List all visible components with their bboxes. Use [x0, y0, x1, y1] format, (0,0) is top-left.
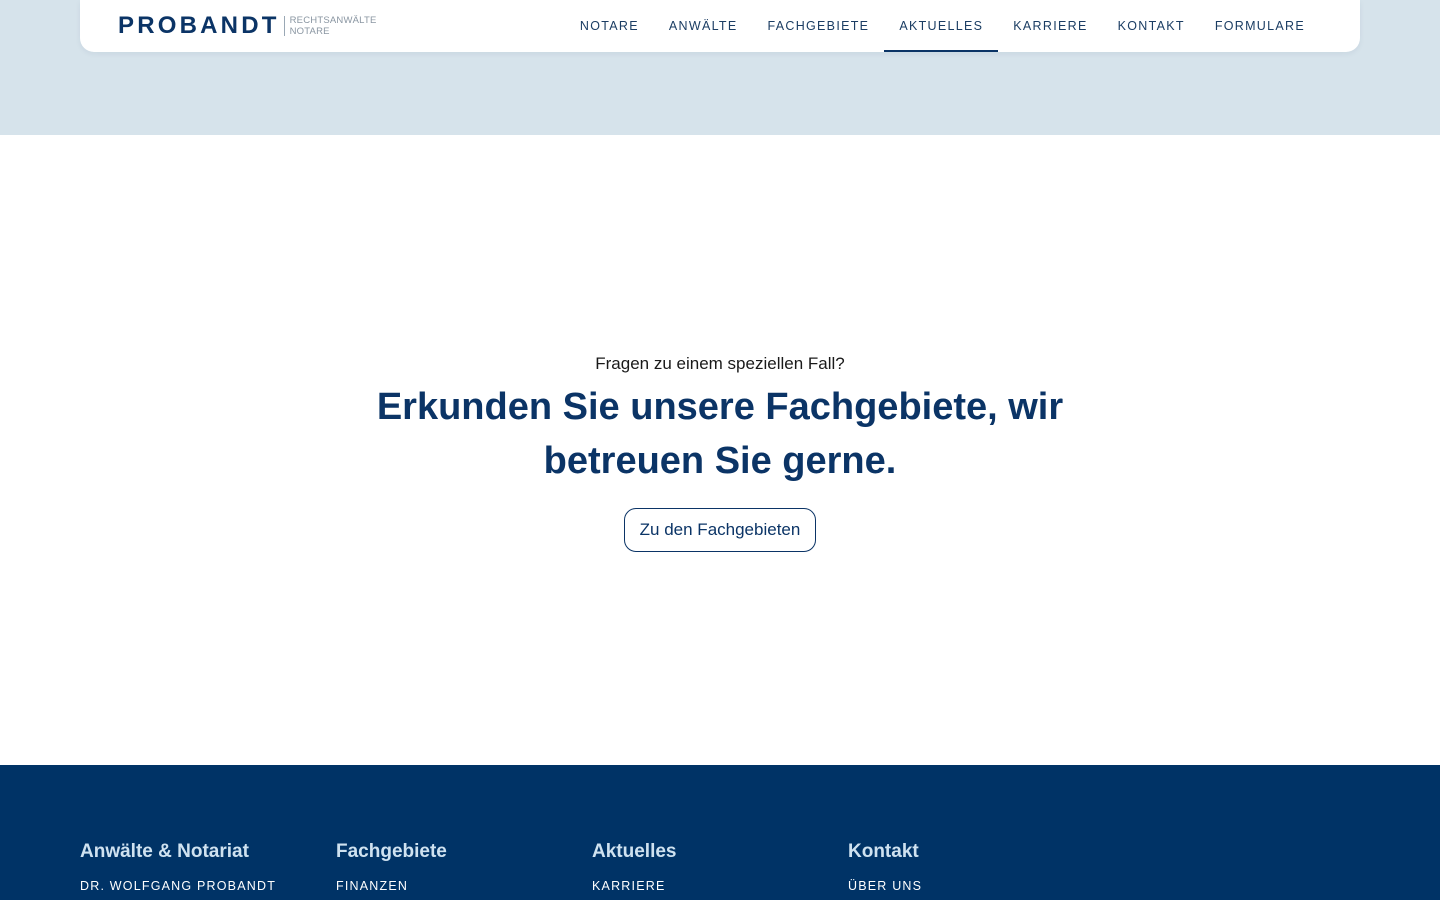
main-nav: NOTARE ANWÄLTE FACHGEBIETE AKTUELLES KAR… [565, 0, 1320, 52]
nav-item-anwaelte[interactable]: ANWÄLTE [654, 0, 753, 52]
logo-wordmark: PROBANDT [118, 12, 280, 39]
footer-link[interactable]: DR. WOLFGANG PROBANDT [80, 879, 320, 893]
logo-subtitle: RECHTSANWÄLTE NOTARE [290, 15, 377, 37]
site-header: PROBANDT RECHTSANWÄLTE NOTARE NOTARE ANW… [80, 0, 1360, 52]
logo-divider [283, 16, 285, 36]
footer-column-fachgebiete: Fachgebiete FINANZEN [336, 841, 576, 893]
footer-link[interactable]: ÜBER UNS [848, 879, 1088, 893]
nav-item-formulare[interactable]: FORMULARE [1200, 0, 1320, 52]
cta-section: Fragen zu einem speziellen Fall? Erkunde… [0, 135, 1440, 765]
logo[interactable]: PROBANDT RECHTSANWÄLTE NOTARE [118, 0, 377, 52]
cta-kicker: Fragen zu einem speziellen Fall? [595, 354, 845, 373]
fachgebiete-button[interactable]: Zu den Fachgebieten [623, 508, 817, 552]
cta-title: Erkunden Sie unsere Fachgebiete, wir bet… [376, 386, 1064, 482]
footer-heading[interactable]: Kontakt [848, 841, 1088, 863]
footer-link[interactable]: FINANZEN [336, 879, 576, 893]
logo-subtitle-line2: NOTARE [289, 26, 330, 37]
footer-column-anwaelte: Anwälte & Notariat DR. WOLFGANG PROBANDT [80, 841, 320, 893]
footer-heading[interactable]: Fachgebiete [336, 841, 576, 863]
site-footer: Anwälte & Notariat DR. WOLFGANG PROBANDT… [0, 765, 1440, 900]
nav-item-aktuelles[interactable]: AKTUELLES [884, 0, 999, 52]
nav-item-fachgebiete[interactable]: FACHGEBIETE [752, 0, 884, 52]
nav-item-karriere[interactable]: KARRIERE [998, 0, 1102, 52]
logo-subtitle-line1: RECHTSANWÄLTE [289, 15, 377, 26]
footer-link[interactable]: KARRIERE [592, 879, 832, 893]
nav-item-kontakt[interactable]: KONTAKT [1103, 0, 1200, 52]
footer-heading[interactable]: Anwälte & Notariat [80, 841, 320, 863]
footer-column-aktuelles: Aktuelles KARRIERE [592, 841, 832, 893]
nav-item-notare[interactable]: NOTARE [565, 0, 654, 52]
footer-heading[interactable]: Aktuelles [592, 841, 832, 863]
footer-column-kontakt: Kontakt ÜBER UNS [848, 841, 1088, 893]
